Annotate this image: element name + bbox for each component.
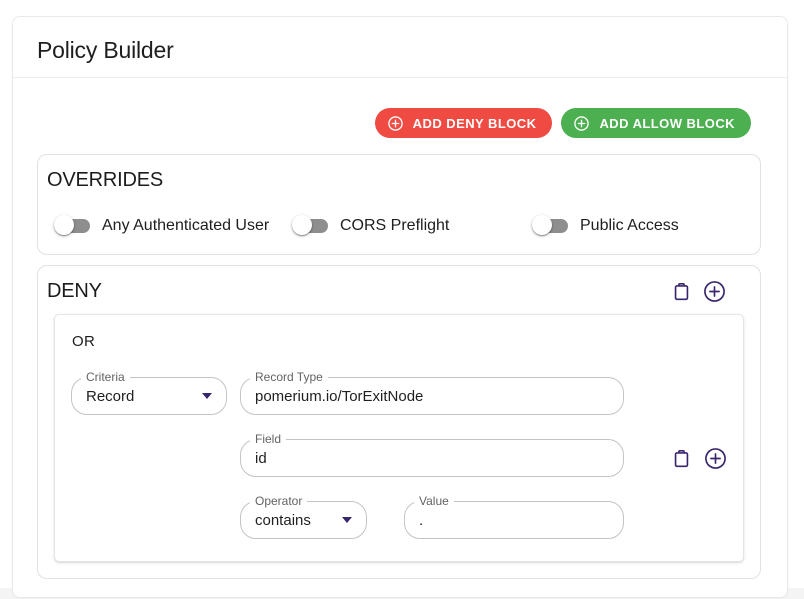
toggle-label: Public Access bbox=[580, 217, 679, 235]
add-deny-block-label: ADD DENY BLOCK bbox=[413, 116, 537, 131]
toggle-thumb bbox=[54, 215, 74, 235]
block-actions: ADD DENY BLOCK ADD ALLOW BLOCK bbox=[37, 108, 751, 138]
overrides-toggles: Any Authenticated User CORS Preflight bbox=[54, 215, 744, 236]
rule-row-operator-value: Operator contains Value bbox=[71, 501, 727, 539]
deny-block-header: DENY bbox=[47, 278, 744, 304]
toggle-label: Any Authenticated User bbox=[102, 217, 269, 235]
criteria-select[interactable]: Criteria Record bbox=[71, 377, 227, 415]
overrides-card: OVERRIDES Any Authenticated User bbox=[37, 154, 761, 255]
field-name-input[interactable] bbox=[255, 450, 609, 467]
field-label: Operator bbox=[250, 494, 307, 508]
field-label: Criteria bbox=[81, 370, 130, 384]
rule-row-field: Field bbox=[71, 439, 727, 477]
page-background: Policy Builder ADD DENY BLOCK bbox=[0, 0, 804, 599]
rule-row-criteria: Criteria Record Record Type bbox=[71, 377, 727, 415]
cors-preflight-toggle[interactable] bbox=[292, 215, 329, 236]
plus-circle-icon bbox=[573, 115, 590, 132]
policy-builder-card: Policy Builder ADD DENY BLOCK bbox=[12, 16, 788, 598]
delete-block-button[interactable] bbox=[670, 280, 693, 303]
toggle-thumb bbox=[292, 215, 312, 235]
field-label: Field bbox=[250, 432, 286, 446]
chevron-down-icon bbox=[202, 393, 212, 399]
deny-block-actions bbox=[670, 279, 727, 304]
public-access-toggle[interactable] bbox=[532, 215, 569, 236]
toggle-item-any-authenticated-user: Any Authenticated User bbox=[54, 215, 292, 236]
trash-icon bbox=[670, 280, 693, 303]
field-label: Value bbox=[414, 494, 454, 508]
field-name-field: Field bbox=[240, 439, 624, 477]
toggle-label: CORS Preflight bbox=[340, 217, 449, 235]
deny-block-title: DENY bbox=[47, 278, 102, 304]
operator-select[interactable]: Operator contains bbox=[240, 501, 367, 539]
toggle-item-cors-preflight: CORS Preflight bbox=[292, 215, 532, 236]
plus-circle-icon bbox=[702, 279, 727, 304]
plus-circle-icon bbox=[703, 446, 728, 471]
field-label: Record Type bbox=[250, 370, 328, 384]
add-allow-block-label: ADD ALLOW BLOCK bbox=[599, 116, 735, 131]
trash-icon bbox=[670, 447, 693, 470]
rule-row-actions bbox=[670, 439, 728, 477]
value-input[interactable] bbox=[419, 512, 609, 529]
operator-selected-value: contains bbox=[255, 512, 332, 529]
card-content: ADD DENY BLOCK ADD ALLOW BLOCK OVERRIDES bbox=[13, 108, 787, 597]
record-type-input[interactable] bbox=[255, 388, 609, 405]
value-field: Value bbox=[404, 501, 624, 539]
add-allow-block-button[interactable]: ADD ALLOW BLOCK bbox=[561, 108, 751, 138]
rule-group-panel: OR Criteria Record Record Type bbox=[54, 314, 744, 562]
page-title: Policy Builder bbox=[37, 37, 174, 64]
overrides-title: OVERRIDES bbox=[47, 167, 744, 193]
add-row-group-button[interactable] bbox=[702, 279, 727, 304]
record-type-field: Record Type bbox=[240, 377, 624, 415]
add-deny-block-button[interactable]: ADD DENY BLOCK bbox=[375, 108, 553, 138]
plus-circle-icon bbox=[387, 115, 404, 132]
card-header: Policy Builder bbox=[13, 17, 787, 78]
chevron-down-icon bbox=[342, 517, 352, 523]
criteria-selected-value: Record bbox=[86, 388, 192, 405]
any-authenticated-user-toggle[interactable] bbox=[54, 215, 91, 236]
deny-block-card: DENY bbox=[37, 265, 761, 579]
add-rule-button[interactable] bbox=[703, 446, 728, 471]
toggle-item-public-access: Public Access bbox=[532, 215, 744, 236]
toggle-thumb bbox=[532, 215, 552, 235]
group-operator-label: OR bbox=[72, 333, 727, 351]
delete-rule-button[interactable] bbox=[670, 447, 693, 470]
